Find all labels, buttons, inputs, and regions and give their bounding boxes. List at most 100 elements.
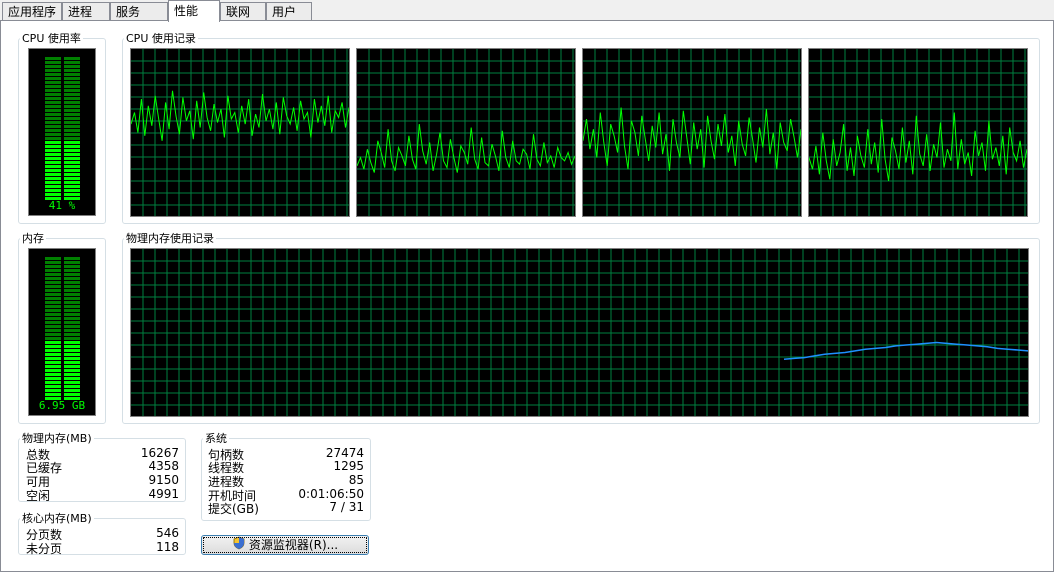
meter-segment-off [64,109,80,112]
meter-segment-on [45,373,61,376]
cpu-history-title: CPU 使用记录 [126,32,196,45]
meter-segment-off [64,297,80,300]
meter-segment-off [64,121,80,124]
meter-segment-on [45,349,61,352]
meter-segment-on [64,181,80,184]
meter-segment-on [45,389,61,392]
meter-segment-off [64,269,80,272]
meter-segment-on [64,345,80,348]
meter-segment-off [45,113,61,116]
cpu-core-line [356,124,576,173]
meter-segment-off [64,273,80,276]
tab-applications[interactable]: 应用程序 [2,2,62,20]
meter-segment-on [45,393,61,396]
meter-segment-off [45,61,61,64]
meter-segment-on [64,169,80,172]
cpu-core-graph-2 [356,48,576,217]
resource-monitor-button[interactable]: 资源监视器(R)... [201,535,369,555]
meter-segment-off [45,101,61,104]
cpu-core-graph-3 [582,48,802,217]
meter-segment-off [64,65,80,68]
tab-networking[interactable]: 联网 [220,2,266,20]
meter-segment-off [45,301,61,304]
meter-segment-off [64,329,80,332]
meter-segment-off [45,117,61,120]
meter-segment-on [64,369,80,372]
meter-segment-on [45,181,61,184]
meter-segment-off [64,93,80,96]
meter-segment-off [64,73,80,76]
meter-segment-off [64,117,80,120]
meter-segment-off [45,81,61,84]
meter-segment-off [64,301,80,304]
meter-segment-off [45,293,61,296]
meter-segment-on [45,153,61,156]
meter-segment-off [45,289,61,292]
tab-performance[interactable]: 性能 [168,0,220,22]
meter-segment-off [64,125,80,128]
meter-segment-off [45,69,61,72]
meter-segment-off [45,281,61,284]
cpu-core-line [582,107,802,171]
meter-segment-off [64,89,80,92]
tab-services[interactable]: 服务 [110,2,168,20]
cpu-usage-value: 41 % [48,199,76,212]
meter-segment-on [45,377,61,380]
meter-segment-on [45,185,61,188]
meter-segment-off [64,261,80,264]
meter-segment-off [64,57,80,60]
meter-segment-off [45,57,61,60]
meter-segment-on [64,185,80,188]
meter-segment-off [45,97,61,100]
meter-segment-on [64,173,80,176]
meter-segment-on [64,377,80,380]
meter-segment-off [64,337,80,340]
meter-segment-off [45,305,61,308]
meter-segment-on [45,385,61,388]
memory-history-graph [130,248,1029,417]
meter-segment-off [64,305,80,308]
meter-segment-on [64,365,80,368]
meter-segment-off [45,133,61,136]
meter-segment-off [45,121,61,124]
system-title: 系统 [205,432,227,445]
meter-segment-off [64,77,80,80]
meter-segment-on [45,193,61,196]
meter-segment-off [64,85,80,88]
meter-segment-off [45,85,61,88]
meter-segment-off [64,129,80,132]
meter-segment-on [45,361,61,364]
cpu-core-line [808,112,1028,181]
meter-segment-off [45,73,61,76]
cpu-core-graph-4 [808,48,1028,217]
meter-segment-on [45,341,61,344]
meter-segment-off [64,81,80,84]
tab-users[interactable]: 用户 [266,2,312,20]
meter-segment-off [64,333,80,336]
memory-usage-value: 6.95 GB [38,399,86,412]
meter-segment-off [45,317,61,320]
meter-segment-on [64,385,80,388]
memory-title: 内存 [22,232,44,245]
meter-segment-on [45,177,61,180]
meter-segment-on [45,357,61,360]
cpu-usage-title: CPU 使用率 [22,32,81,45]
meter-segment-off [45,273,61,276]
meter-segment-off [45,105,61,108]
meter-segment-off [45,297,61,300]
meter-segment-on [64,157,80,160]
meter-segment-on [64,165,80,168]
meter-segment-on [64,177,80,180]
resource-monitor-label: 资源监视器(R)... [248,538,339,552]
meter-segment-on [64,141,80,144]
meter-segment-off [64,321,80,324]
tab-strip: 应用程序 进程 服务 性能 联网 用户 [0,0,1054,22]
meter-segment-off [64,285,80,288]
meter-segment-off [45,257,61,260]
tab-processes[interactable]: 进程 [62,2,110,20]
meter-segment-off [64,265,80,268]
meter-segment-off [64,325,80,328]
meter-segment-off [64,281,80,284]
meter-segment-on [45,365,61,368]
physical-memory-free: 空闲 4991 [26,487,179,503]
